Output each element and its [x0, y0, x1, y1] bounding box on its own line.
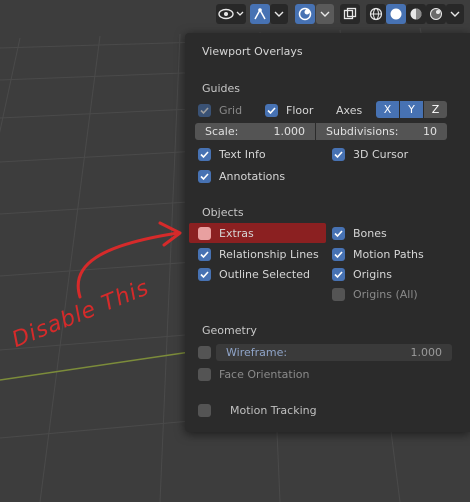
wireframe-sphere-icon [369, 7, 383, 21]
outline-selected-checkbox[interactable] [198, 268, 211, 281]
visibility-toggle-button[interactable] [216, 4, 246, 24]
axis-y-toggle[interactable]: Y [400, 101, 423, 118]
wireframe-value: 1.000 [410, 346, 443, 359]
origins-label: Origins [353, 268, 392, 281]
text-info-checkbox[interactable] [198, 148, 211, 161]
popover-title: Viewport Overlays [202, 45, 303, 58]
motion-paths-label: Motion Paths [353, 248, 424, 261]
motion-tracking-checkbox[interactable] [198, 404, 211, 417]
xray-button[interactable] [340, 4, 360, 24]
overlays-button[interactable] [295, 4, 315, 24]
floor-label: Floor [286, 104, 314, 117]
gizmo-icon [254, 8, 266, 20]
xray-icon [343, 7, 357, 20]
chevron-down-icon [274, 11, 284, 17]
wireframe-label: Wireframe: [226, 346, 288, 359]
subdivisions-label: Subdivisions: [326, 125, 399, 138]
relationship-lines-checkbox[interactable] [198, 248, 211, 261]
material-shading-button[interactable] [406, 4, 426, 24]
extras-label: Extras [219, 227, 254, 240]
origins-all-checkbox[interactable] [332, 288, 345, 301]
scale-value: 1.000 [273, 125, 306, 138]
section-heading-guides: Guides [202, 82, 241, 95]
viewport-overlays-popover: Viewport Overlays Guides Grid Floor Axes… [185, 33, 470, 432]
scale-label: Scale: [205, 125, 239, 138]
subdivisions-value: 10 [423, 125, 437, 138]
subdivisions-field[interactable]: Subdivisions: 10 [316, 123, 447, 140]
face-orientation-label: Face Orientation [219, 368, 310, 381]
scale-field[interactable]: Scale: 1.000 [195, 123, 315, 140]
grid-checkbox[interactable] [198, 104, 211, 117]
grid-label: Grid [219, 104, 243, 117]
gizmo-dropdown[interactable] [270, 4, 288, 24]
annotations-checkbox[interactable] [198, 170, 211, 183]
extras-checkbox[interactable] [198, 227, 211, 240]
overlays-icon [298, 7, 312, 21]
wireframe-field[interactable]: Wireframe: 1.000 [216, 344, 452, 361]
annotations-label: Annotations [219, 170, 286, 183]
bones-checkbox[interactable] [332, 227, 345, 240]
rendered-sphere-icon [430, 8, 442, 20]
section-heading-objects: Objects [202, 206, 244, 219]
chevron-down-icon [450, 11, 460, 17]
wireframe-shading-button[interactable] [366, 4, 386, 24]
solid-shading-button[interactable] [386, 4, 406, 24]
bones-label: Bones [353, 227, 387, 240]
overlays-dropdown[interactable] [316, 4, 334, 24]
wireframe-checkbox[interactable] [198, 346, 211, 359]
shading-dropdown[interactable] [446, 4, 464, 24]
chevron-down-icon [320, 11, 330, 17]
3d-cursor-checkbox[interactable] [332, 148, 345, 161]
section-heading-geometry: Geometry [202, 324, 257, 337]
axis-z-toggle[interactable]: Z [424, 101, 447, 118]
eye-icon [218, 8, 244, 20]
motion-tracking-label: Motion Tracking [230, 404, 317, 417]
origins-all-label: Origins (All) [353, 288, 418, 301]
gizmo-button[interactable] [250, 4, 270, 24]
floor-checkbox[interactable] [265, 104, 278, 117]
relationship-lines-label: Relationship Lines [219, 248, 319, 261]
origins-checkbox[interactable] [332, 268, 345, 281]
rendered-shading-button[interactable] [426, 4, 446, 24]
motion-paths-checkbox[interactable] [332, 248, 345, 261]
face-orientation-checkbox[interactable] [198, 368, 211, 381]
text-info-label: Text Info [219, 148, 266, 161]
axis-x-toggle[interactable]: X [376, 101, 399, 118]
material-sphere-icon [410, 8, 422, 20]
solid-sphere-icon [390, 8, 402, 20]
axes-label: Axes [336, 104, 363, 117]
3d-cursor-label: 3D Cursor [353, 148, 409, 161]
outline-selected-label: Outline Selected [219, 268, 310, 281]
